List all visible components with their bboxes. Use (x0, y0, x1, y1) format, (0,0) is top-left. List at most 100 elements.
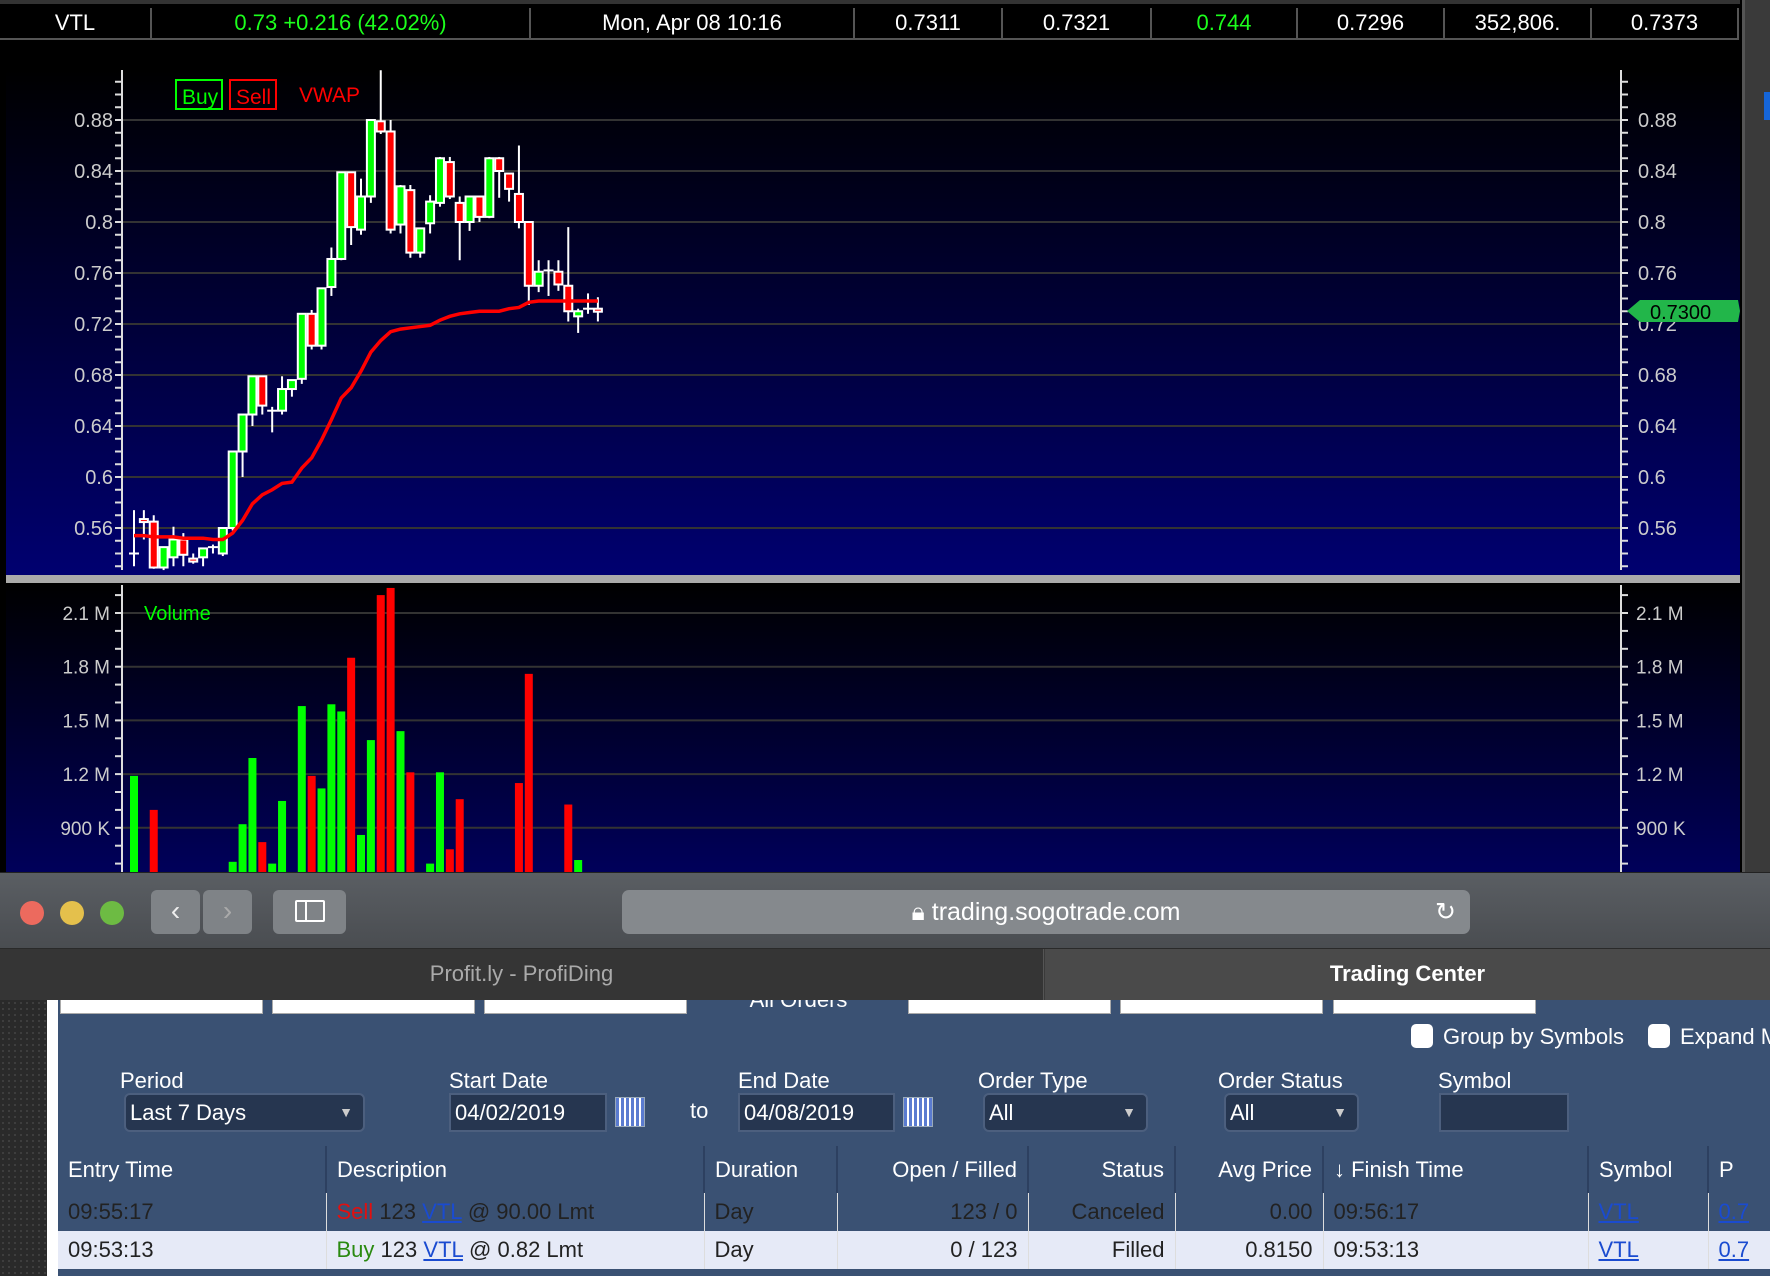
candle-body (316, 287, 327, 347)
quote-last-change: 0.73 +0.216 (42.02%) (152, 8, 531, 40)
left-volume-tick-label: 1.5 M (62, 711, 110, 732)
candle-body (474, 195, 485, 218)
symbol-link[interactable]: VTL (1599, 1199, 1639, 1224)
legend-buy: Buy (182, 86, 219, 109)
table-row[interactable]: 09:55:17 Sell 123 VTL @ 90.00 Lmt Day 12… (58, 1193, 1770, 1231)
sidebar-toggle-button[interactable] (273, 890, 346, 934)
volume-bar (524, 673, 533, 872)
left-price-tick-label: 0.68 (74, 365, 113, 387)
candle-body (523, 221, 534, 287)
table-row[interactable]: 09:53:13 Buy 123 VTL @ 0.82 Lmt Day 0 / … (58, 1231, 1770, 1269)
subtab[interactable] (1120, 1000, 1323, 1014)
order-qty: 123 (380, 1237, 418, 1262)
symbol-link[interactable]: VTL (423, 1237, 463, 1262)
col-open-filled[interactable]: Open / Filled (837, 1146, 1029, 1193)
order-type-select[interactable]: All ▼ (983, 1093, 1148, 1132)
candle-body (257, 375, 268, 407)
subtab-all-orders[interactable]: All Orders (697, 1000, 900, 1014)
subtab[interactable] (484, 1000, 687, 1014)
col-description[interactable]: Description (326, 1146, 705, 1193)
entry-time: 09:53:13 (58, 1231, 327, 1269)
price-link[interactable]: 0.7 (1719, 1199, 1750, 1224)
candle-body (484, 157, 495, 218)
candle-body (444, 161, 455, 198)
status: Filled (1028, 1231, 1176, 1269)
quote-bar: VTL 0.73 +0.216 (42.02%) Mon, Apr 08 10:… (0, 0, 1740, 40)
period-select[interactable]: Last 7 Days ▼ (124, 1093, 365, 1132)
col-entry-time[interactable]: Entry Time (58, 1146, 327, 1193)
dropdown-arrow-icon: ▼ (1122, 1104, 1136, 1120)
candle-body (148, 520, 159, 569)
col-status[interactable]: Status (1028, 1146, 1176, 1193)
col-finish-time[interactable]: ↓ Finish Time (1323, 1146, 1589, 1193)
zoom-window-button[interactable] (100, 901, 124, 925)
calendar-icon[interactable] (903, 1097, 933, 1127)
back-button[interactable]: ‹ (151, 890, 200, 934)
tab-trading-center[interactable]: Trading Center (1045, 949, 1770, 1001)
volume-bar (258, 842, 267, 872)
order-side: Sell (336, 1199, 374, 1224)
browser-tabs: Profit.ly - ProfiDing Trading Center (0, 948, 1770, 1001)
side-scrollbar[interactable] (1742, 0, 1770, 872)
col-avg-price[interactable]: Avg Price (1175, 1146, 1324, 1193)
tab-profitly[interactable]: Profit.ly - ProfiDing (0, 949, 1044, 1001)
group-by-symbols-checkbox[interactable] (1411, 1024, 1433, 1048)
open-filled: 0 / 123 (837, 1231, 1029, 1269)
legend-vwap: VWAP (299, 84, 360, 107)
subtab[interactable] (1333, 1000, 1536, 1014)
volume-bar (337, 711, 346, 872)
symbol-label: Symbol (1438, 1068, 1512, 1093)
address-bar[interactable]: 🔒︎ trading.sogotrade.com ↻ (622, 890, 1470, 934)
calendar-icon[interactable] (615, 1097, 645, 1127)
left-volume-tick-label: 1.2 M (62, 765, 110, 786)
subtab[interactable] (272, 1000, 475, 1014)
symbol-input[interactable] (1439, 1093, 1569, 1132)
col-symbol[interactable]: Symbol (1588, 1146, 1709, 1193)
order-status-select[interactable]: All ▼ (1224, 1093, 1359, 1132)
candle-body (434, 157, 445, 204)
candle-body (425, 200, 436, 225)
col-price[interactable]: P (1708, 1146, 1770, 1193)
left-price-tick-label: 0.88 (74, 110, 113, 132)
candle-body (494, 157, 505, 172)
candle-body (336, 171, 347, 260)
order-type-value: All (989, 1100, 1014, 1125)
symbol-link[interactable]: VTL (1599, 1237, 1639, 1262)
minimize-window-button[interactable] (60, 901, 84, 925)
dropdown-arrow-icon: ▼ (339, 1104, 353, 1120)
candle-body (306, 312, 317, 347)
symbol-link[interactable]: VTL (422, 1199, 462, 1224)
price-volume-chart[interactable]: 0.88 0.880.84 0.840.8 0.80.76 0.760.72 0.720.… (0, 40, 1742, 872)
subtab[interactable] (60, 1000, 263, 1014)
order-qty: 123 (379, 1199, 417, 1224)
close-window-button[interactable] (20, 901, 44, 925)
volume-bar (268, 863, 277, 872)
expand-checkbox[interactable] (1648, 1024, 1670, 1048)
volume-bar (396, 731, 405, 872)
orders-table: Entry Time Description Duration Open / F… (58, 1146, 1770, 1269)
left-volume-tick-label: 900 K (60, 819, 110, 840)
candle-body (158, 546, 169, 569)
volume-bar (426, 863, 435, 872)
forward-button[interactable]: › (203, 890, 252, 934)
description: Buy 123 VTL @ 0.82 Lmt (326, 1231, 705, 1269)
avg-price: 0.00 (1175, 1193, 1324, 1231)
right-price-tick-label: 0.56 (1638, 518, 1677, 540)
left-price-tick-label: 0.76 (74, 263, 113, 285)
volume-bar (149, 809, 158, 872)
candle-body (178, 538, 189, 556)
price-link[interactable]: 0.7 (1719, 1237, 1750, 1262)
reload-icon[interactable]: ↻ (1435, 890, 1456, 934)
volume-bar (366, 740, 375, 872)
start-date-input[interactable]: 04/02/2019 (449, 1093, 607, 1132)
order-price: @ 90.00 Lmt (467, 1199, 595, 1224)
end-date-input[interactable]: 04/08/2019 (738, 1093, 895, 1132)
candle-body (375, 120, 386, 133)
candle-body (227, 450, 238, 529)
pane-separator[interactable] (6, 575, 1740, 583)
col-duration[interactable]: Duration (704, 1146, 838, 1193)
subtab[interactable] (908, 1000, 1111, 1014)
right-volume-tick-label: 900 K (1636, 819, 1686, 840)
right-price-tick-label: 0.8 (1638, 212, 1666, 234)
dropdown-arrow-icon: ▼ (1333, 1104, 1347, 1120)
